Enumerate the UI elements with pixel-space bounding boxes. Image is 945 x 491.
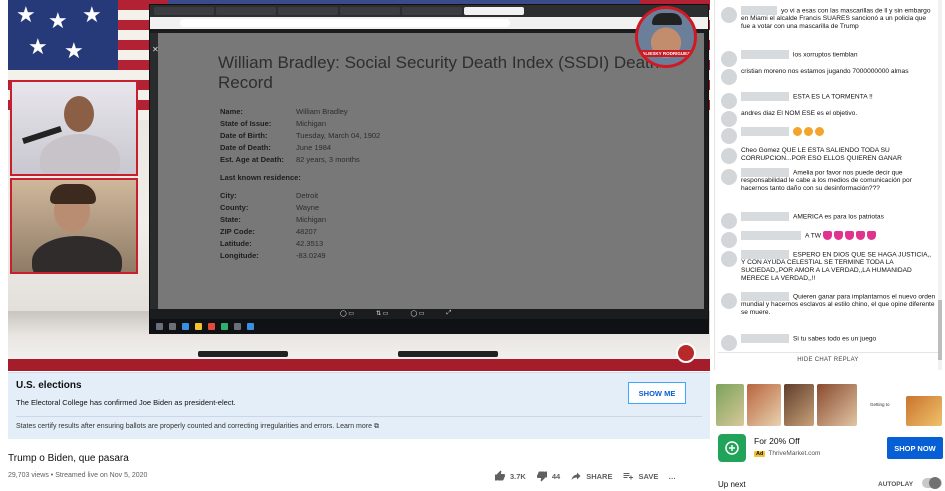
chat-message: AMERICA es para los patriotas <box>721 212 937 229</box>
ad-advertiser: Ad ThriveMarket.com <box>754 450 821 457</box>
thrive-market-logo-icon[interactable] <box>718 434 746 462</box>
user-avatar <box>721 293 737 309</box>
dislike-button[interactable]: 44 <box>536 470 560 482</box>
webcam-guest <box>10 178 138 274</box>
chat-message: Cheo Gomez QUE LE ESTA SALIENDO TODA SU … <box>721 147 937 164</box>
ad-product-image: Getting to <box>864 384 904 426</box>
video-meta: 29,703 views • Streamed live on Nov 5, 2… <box>8 472 148 479</box>
chat-message: A TW <box>721 231 937 248</box>
chat-replay-panel: yo vi a esas con las mascarillas de ll y… <box>714 0 942 370</box>
info-panel-learn-more[interactable]: States certify results after ensuring ba… <box>16 423 379 431</box>
save-button[interactable]: SAVE <box>622 470 658 482</box>
user-avatar <box>721 232 737 248</box>
chat-message: ESTA ES LA TORMENTA !! <box>721 92 937 109</box>
autoplay-label: AUTOPLAY <box>878 481 914 488</box>
channel-watermark-icon <box>676 343 696 363</box>
video-title: Trump o Biden, que pasara <box>8 453 129 464</box>
youtube-watch-page: ★ ★ ★ ★ ★ ✕ William Bradley: Social Secu… <box>0 0 945 491</box>
chat-message: andres diaz El NOM ESE es el objetivo. <box>721 110 937 127</box>
windows-taskbar <box>150 319 708 333</box>
screen-share-controls: ◯ ▭ ⇅ ▭ ◯ ▭ ⤢ <box>340 310 452 317</box>
heart-icon <box>822 231 832 240</box>
chat-message: los xorruptos tiemblan <box>721 50 937 67</box>
chat-message: yo vi a esas con las mascarillas de ll y… <box>721 6 937 31</box>
heart-icon <box>833 231 843 240</box>
chat-message: ESPERO EN DIOS QUE SE HAGA JUSTICIA,, Y … <box>721 250 937 283</box>
ad-title[interactable]: For 20% Off <box>754 436 800 446</box>
heart-icon <box>844 231 854 240</box>
playlist-add-icon <box>623 473 634 480</box>
chat-scrollbar[interactable] <box>938 0 942 370</box>
more-actions-button[interactable]: … <box>668 472 676 481</box>
emoji-icon <box>815 127 824 136</box>
user-avatar <box>721 111 737 127</box>
heart-icon <box>855 231 865 240</box>
user-avatar <box>721 69 737 85</box>
browser-address-bar <box>150 17 708 29</box>
thumbs-down-icon <box>536 471 547 482</box>
election-info-panel: U.S. elections The Electoral College has… <box>8 372 710 439</box>
record-title: William Bradley: Social Security Death I… <box>218 53 660 92</box>
thumbs-up-icon <box>495 470 505 481</box>
up-next-label: Up next <box>718 480 746 489</box>
like-count: 3.7K <box>510 471 526 481</box>
user-avatar <box>721 335 737 351</box>
video-actions: 3.7K 44 SHARE SAVE … <box>494 470 676 482</box>
user-avatar <box>721 128 737 144</box>
user-avatar <box>721 213 737 229</box>
emoji-icon <box>804 127 813 136</box>
emoji-icon <box>793 127 802 136</box>
user-avatar <box>721 169 737 185</box>
browser-tabs <box>150 5 708 17</box>
chat-message: Amelia por favor nos puede decir que res… <box>721 168 937 193</box>
record-fields: Name: William Bradley State of Issue: Mich… <box>220 106 381 260</box>
chat-message: Quieren ganar para implantarnos el nuevo… <box>721 292 937 317</box>
chat-message <box>721 127 937 144</box>
user-avatar <box>721 93 737 109</box>
hide-chat-replay-button[interactable]: HIDE CHAT REPLAY <box>718 352 938 366</box>
video-player[interactable]: ★ ★ ★ ★ ★ ✕ William Bradley: Social Secu… <box>8 0 710 371</box>
chat-message: Si tu sabes todo es un juego <box>721 334 937 351</box>
shared-screen: ✕ William Bradley: Social Security Death… <box>149 4 709 334</box>
ad-badge: Ad <box>754 450 766 457</box>
like-button[interactable]: 3.7K <box>494 470 526 482</box>
ssdi-record-page: William Bradley: Social Security Death I… <box>158 33 704 309</box>
user-avatar <box>721 251 737 267</box>
user-avatar <box>721 51 737 67</box>
user-avatar <box>721 148 737 164</box>
webcam-host <box>10 80 138 176</box>
autoplay-toggle[interactable] <box>922 477 942 489</box>
ad-banner-image[interactable] <box>906 396 942 426</box>
show-me-button[interactable]: SHOW ME <box>628 382 686 404</box>
share-button[interactable]: SHARE <box>570 470 612 482</box>
heart-icon <box>866 231 876 240</box>
info-panel-description: The Electoral College has confirmed Joe … <box>16 398 236 407</box>
user-avatar <box>721 7 737 23</box>
shop-now-button[interactable]: SHOP NOW <box>887 437 943 459</box>
streamer-avatar: ALIESKY RODRIGUEZ <box>635 6 697 68</box>
dislike-count: 44 <box>551 471 561 481</box>
share-icon <box>571 472 581 480</box>
info-panel-title: U.S. elections <box>16 380 82 391</box>
chat-message: cristian moreno nos estamos jugando 7000… <box>721 68 937 85</box>
